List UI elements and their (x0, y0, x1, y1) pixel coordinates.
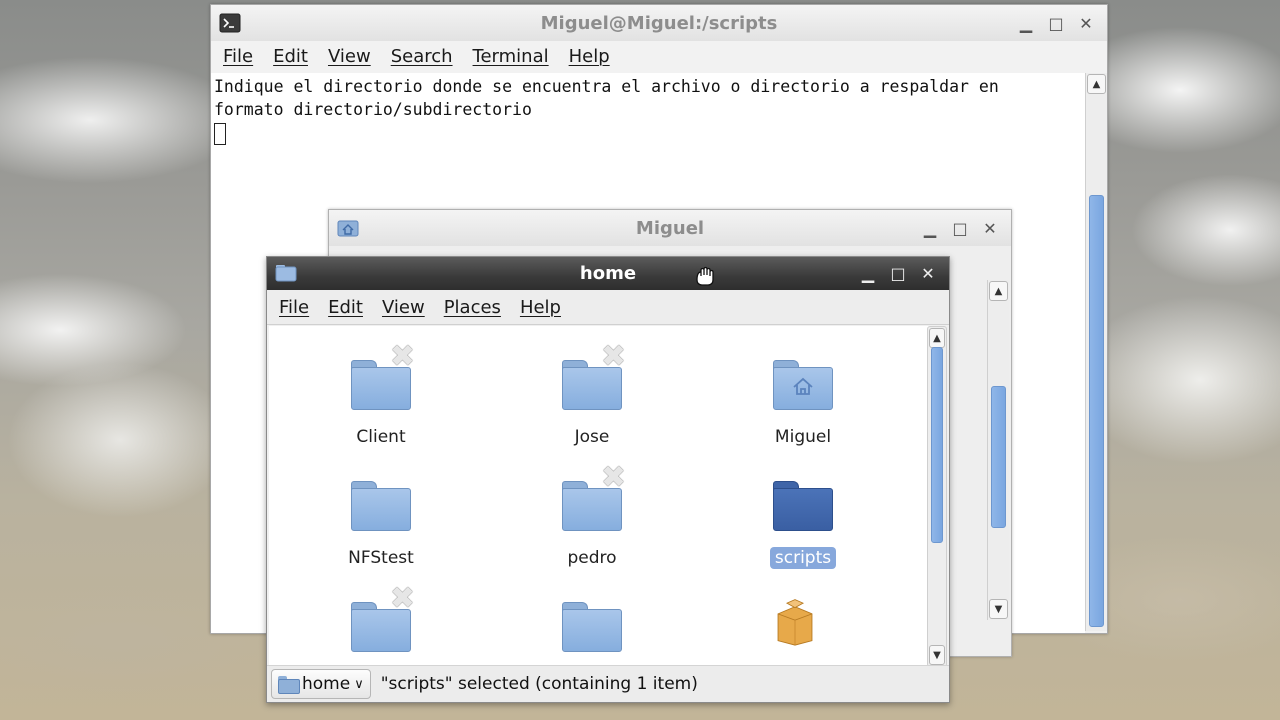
scroll-thumb[interactable] (931, 347, 943, 543)
folder-item[interactable]: ✖ (301, 584, 461, 667)
scroll-up-arrow-icon[interactable]: ▲ (989, 281, 1008, 301)
maximize-icon: □ (952, 218, 968, 238)
folder-item-jose[interactable]: ✖ Jose (512, 342, 672, 448)
package-item[interactable] (723, 596, 883, 651)
maximize-button[interactable]: □ (1043, 12, 1069, 34)
menu-places[interactable]: Places (444, 297, 501, 318)
status-bar: home ∨ "scripts" selected (containing 1 … (267, 665, 949, 702)
folder-item-client[interactable]: ✖ Client (301, 342, 461, 448)
window-title: Miguel (635, 217, 705, 239)
window-title: home (579, 263, 637, 284)
item-label: NFStest (348, 548, 414, 568)
folder-icon: ✖ (351, 584, 415, 652)
house-icon (793, 377, 813, 395)
close-icon: ✕ (921, 263, 935, 283)
item-label-selected: scripts (769, 547, 837, 569)
scroll-thumb[interactable] (991, 386, 1006, 528)
home-menubar: File Edit View Places Help (267, 290, 949, 325)
location-button[interactable]: home ∨ (271, 669, 371, 699)
terminal-line: formato directorio/subdirectorio (214, 100, 532, 119)
maximize-icon: □ (1048, 13, 1064, 33)
scroll-down-arrow-icon[interactable]: ▼ (989, 599, 1008, 619)
folder-icon: ✖ (562, 342, 626, 410)
status-text: "scripts" selected (containing 1 item) (380, 674, 698, 694)
scroll-up-arrow-icon[interactable]: ▲ (929, 328, 945, 348)
folder-icon: ✖ (351, 342, 415, 410)
item-label: Jose (574, 427, 610, 447)
package-icon (777, 599, 813, 646)
menu-help[interactable]: Help (569, 46, 610, 67)
menu-help[interactable]: Help (520, 297, 561, 318)
maximize-icon: □ (890, 263, 906, 283)
minimize-button[interactable]: ▁ (917, 217, 943, 239)
scroll-up-arrow-icon[interactable]: ▲ (1087, 74, 1106, 94)
folder-icon (351, 481, 411, 531)
terminal-menubar: File Edit View Search Terminal Help (211, 41, 1107, 71)
terminal-app-icon (219, 13, 241, 33)
maximize-button[interactable]: □ (947, 217, 973, 239)
terminal-titlebar[interactable]: Miguel@Miguel:/scripts ▁ □ ✕ (211, 5, 1107, 41)
minimize-button[interactable]: ▁ (855, 262, 881, 284)
menu-search[interactable]: Search (391, 46, 453, 67)
miguel-scrollbar[interactable]: ▲ ▼ (987, 280, 1009, 620)
folder-item[interactable] (512, 602, 672, 667)
close-icon: ✕ (1079, 13, 1093, 33)
home-folder-icon (773, 360, 833, 410)
menu-view[interactable]: View (328, 46, 371, 67)
window-title: Miguel@Miguel:/scripts (540, 12, 778, 34)
hand-cursor-icon (696, 266, 714, 286)
scroll-down-arrow-icon[interactable]: ▼ (929, 645, 945, 665)
menu-edit[interactable]: Edit (328, 297, 363, 318)
minimize-icon: ▁ (923, 218, 937, 238)
minimize-icon: ▁ (861, 263, 875, 283)
folder-icon (773, 481, 833, 531)
item-label: Client (356, 427, 406, 447)
folder-icon (562, 602, 622, 652)
icon-view[interactable]: ✖ Client ✖ Jose Miguel NFStest ✖ pedro s… (269, 326, 931, 667)
home-scrollbar[interactable]: ▲ ▼ (927, 326, 947, 667)
folder-item-pedro[interactable]: ✖ pedro (512, 463, 672, 569)
folder-icon (278, 676, 300, 694)
terminal-scrollbar[interactable]: ▲ (1085, 73, 1107, 631)
scroll-thumb[interactable] (1089, 195, 1104, 627)
menu-view[interactable]: View (382, 297, 425, 318)
item-label: pedro (567, 548, 617, 568)
folder-icon: ✖ (562, 463, 626, 531)
home-file-window[interactable]: home ▁ □ ✕ File Edit View Places Help ✖ … (266, 256, 950, 703)
menu-edit[interactable]: Edit (273, 46, 308, 67)
menu-file[interactable]: File (279, 297, 309, 318)
folder-item-miguel[interactable]: Miguel (723, 360, 883, 448)
location-label: home (302, 674, 351, 694)
terminal-line: Indique el directorio donde se encuentra… (214, 77, 999, 96)
item-label: Miguel (774, 427, 832, 447)
unreadable-emblem-icon: ✖ (389, 581, 415, 616)
text-cursor (214, 123, 226, 145)
close-button[interactable]: ✕ (977, 217, 1003, 239)
unreadable-emblem-icon: ✖ (389, 339, 415, 374)
menu-terminal[interactable]: Terminal (473, 46, 549, 67)
close-icon: ✕ (983, 218, 997, 238)
home-titlebar[interactable]: home ▁ □ ✕ (267, 257, 949, 290)
folder-item-nfstest[interactable]: NFStest (301, 481, 461, 569)
minimize-icon: ▁ (1019, 13, 1033, 33)
close-button[interactable]: ✕ (915, 262, 941, 284)
home-folder-app-icon (337, 220, 359, 237)
item-label (824, 644, 834, 646)
folder-app-icon (275, 265, 297, 282)
chevron-down-icon: ∨ (354, 676, 364, 692)
unreadable-emblem-icon: ✖ (600, 339, 626, 374)
folder-item-scripts[interactable]: scripts (723, 481, 883, 569)
menu-file[interactable]: File (223, 46, 253, 67)
maximize-button[interactable]: □ (885, 262, 911, 284)
unreadable-emblem-icon: ✖ (600, 460, 626, 495)
minimize-button[interactable]: ▁ (1013, 12, 1039, 34)
close-button[interactable]: ✕ (1073, 12, 1099, 34)
miguel-titlebar[interactable]: Miguel ▁ □ ✕ (329, 210, 1011, 246)
